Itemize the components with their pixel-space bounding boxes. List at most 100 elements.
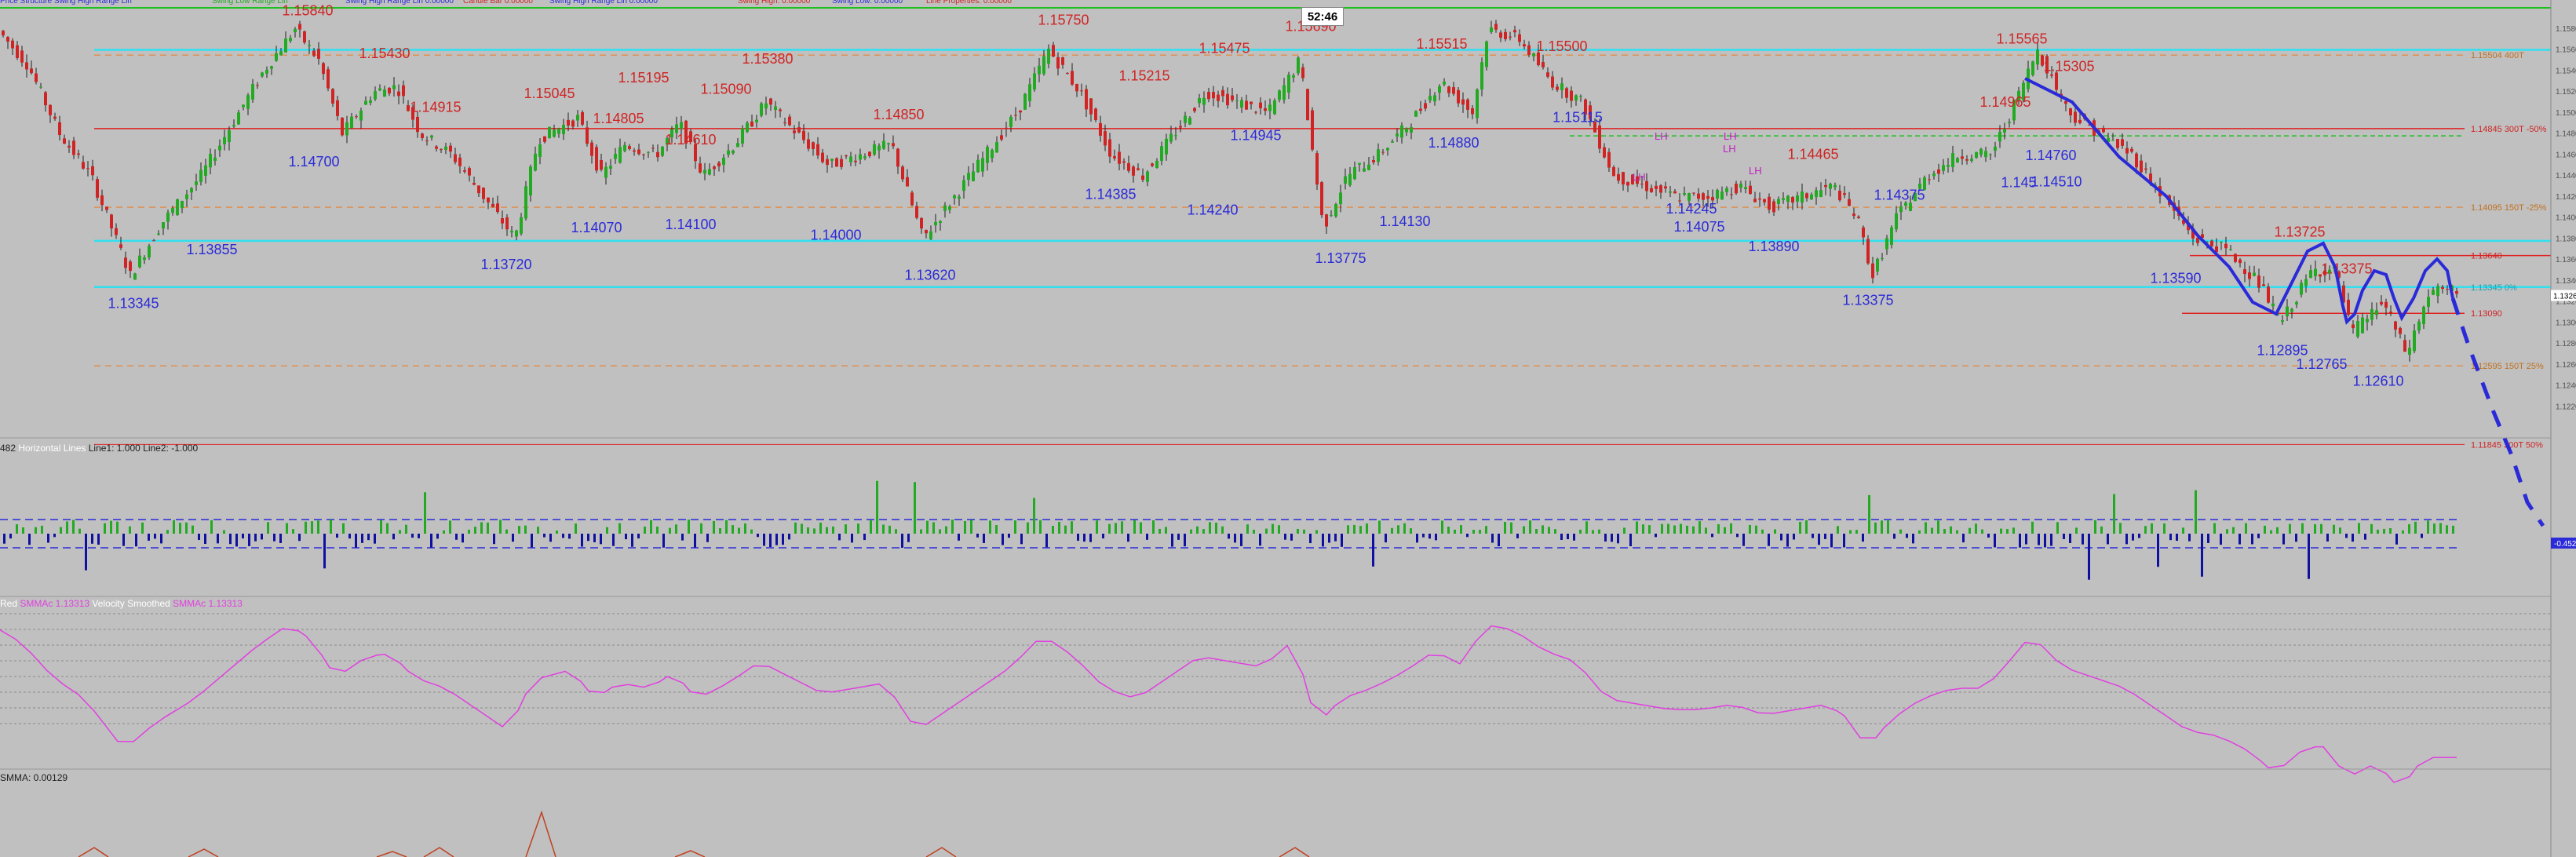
swing-label: 1.15215	[1118, 67, 1169, 83]
swing-label: 1.14510	[2031, 173, 2082, 189]
candle-body	[614, 153, 617, 159]
histogram-bar	[1479, 530, 1481, 534]
candle-body	[2003, 128, 2006, 133]
histogram-panel: 482 Horizontal Lines Line1: 1.000 Line2:…	[0, 437, 2576, 580]
projection-line[interactable]	[2450, 297, 2545, 527]
histogram-bar	[116, 521, 119, 534]
candle-body	[1824, 184, 1827, 188]
candle-body	[1683, 193, 1686, 195]
swing-label: 1.15305	[2043, 58, 2094, 74]
candle-body	[2380, 301, 2383, 305]
histogram-bar	[2427, 520, 2429, 534]
swing-label: 1.13590	[2150, 270, 2201, 286]
histogram-bar	[882, 524, 885, 534]
histogram-bar	[600, 534, 602, 545]
histogram-bar	[1774, 529, 1776, 534]
histogram-bar	[2050, 534, 2052, 546]
price-chart[interactable]: Price Structure Swing High Range Lin Swin…	[0, 0, 2576, 857]
histogram-bar	[499, 520, 502, 534]
oscillator-spike	[188, 848, 219, 857]
candle-body	[11, 40, 14, 49]
histogram-bar	[78, 528, 81, 534]
candle-body	[1132, 166, 1135, 176]
histogram-bar	[888, 525, 891, 534]
histogram-bar	[1127, 534, 1129, 542]
candle-body	[2036, 49, 2039, 65]
candle-body	[661, 146, 664, 156]
candle-body	[1885, 238, 1888, 250]
histogram-bar	[1278, 525, 1280, 534]
price-tick: 1.1240	[2556, 382, 2576, 391]
candle-body	[1085, 89, 1088, 110]
candle-body	[388, 87, 391, 93]
candle-body	[166, 212, 170, 222]
candle-body	[991, 150, 994, 159]
candle-body	[2248, 272, 2251, 279]
histogram-bar	[2414, 521, 2417, 534]
histogram-bar	[1943, 529, 1946, 534]
header-item: Swing High Range Lin 0.00000	[549, 0, 658, 5]
candle-body	[863, 156, 867, 159]
histogram-bar	[2038, 534, 2040, 545]
candle-body	[369, 100, 372, 103]
swing-label: 1.14465	[1787, 147, 1838, 162]
histogram-bar	[455, 534, 458, 540]
histogram-bar	[669, 527, 671, 534]
candle-body	[303, 31, 306, 43]
histogram-bar	[1636, 521, 1638, 534]
histogram-bar	[1485, 526, 1487, 534]
histogram-bar	[9, 534, 12, 539]
candle-body	[2135, 153, 2138, 168]
candle-body	[797, 127, 801, 133]
svg-text:482 Horizontal Lines Line1: 1.: 482 Horizontal Lines Line1: 1.000 Line2:…	[0, 443, 199, 454]
trend-drawing[interactable]	[2024, 77, 2545, 527]
swing-label: 1.15500	[1536, 38, 1587, 54]
candle-body	[1702, 193, 1705, 200]
histogram-bar	[16, 524, 18, 534]
histogram-bar	[1385, 534, 1387, 543]
candle-body	[2069, 108, 2072, 116]
svg-text:SMMA: 0.00129: SMMA: 0.00129	[0, 772, 68, 783]
candle-body	[1697, 193, 1700, 199]
price-tick: 1.1360	[2556, 256, 2576, 264]
histogram-bar	[355, 534, 357, 548]
histogram-bar	[505, 529, 508, 534]
histogram-bar	[286, 523, 288, 534]
candle-body	[1622, 172, 1625, 185]
histogram-bar	[1347, 525, 1349, 534]
histogram-bar	[1152, 520, 1155, 534]
candle-body	[1979, 148, 1983, 155]
candle-body	[699, 163, 702, 173]
candle-body	[496, 203, 499, 213]
level-label: 1.13640	[2471, 252, 2502, 261]
candle-body	[1410, 126, 1413, 133]
histogram-bar	[2339, 527, 2341, 534]
candle-body	[162, 222, 165, 229]
swing-label: 1.14880	[1428, 135, 1479, 151]
candle-body	[788, 116, 791, 126]
histogram-bar	[462, 534, 464, 543]
candle-body	[119, 244, 122, 248]
price-tick: 1.1500	[2556, 109, 2576, 118]
trend-line[interactable]	[2024, 77, 2454, 325]
histogram-bar	[2182, 527, 2184, 534]
candle-body	[72, 140, 75, 155]
histogram-bar	[2232, 527, 2235, 534]
histogram-bar	[323, 534, 326, 569]
candle-body	[1848, 199, 1851, 206]
candle-body	[1217, 94, 1220, 101]
histogram-bar	[1592, 530, 1594, 534]
histogram-bar	[1259, 534, 1261, 546]
histogram-bar	[863, 534, 866, 541]
histogram-bar	[110, 520, 112, 534]
histogram-bar	[1585, 521, 1588, 534]
candle-body	[2295, 301, 2298, 305]
histogram-bar	[1617, 534, 1619, 544]
histogram-bar	[1177, 534, 1180, 540]
histogram-bar	[1020, 534, 1023, 545]
histogram-bar	[1133, 520, 1136, 534]
lower-high-mark: LH	[1749, 165, 1762, 177]
candle-body	[129, 261, 132, 272]
histogram-bar	[60, 527, 62, 534]
histogram-bar	[1303, 529, 1305, 534]
